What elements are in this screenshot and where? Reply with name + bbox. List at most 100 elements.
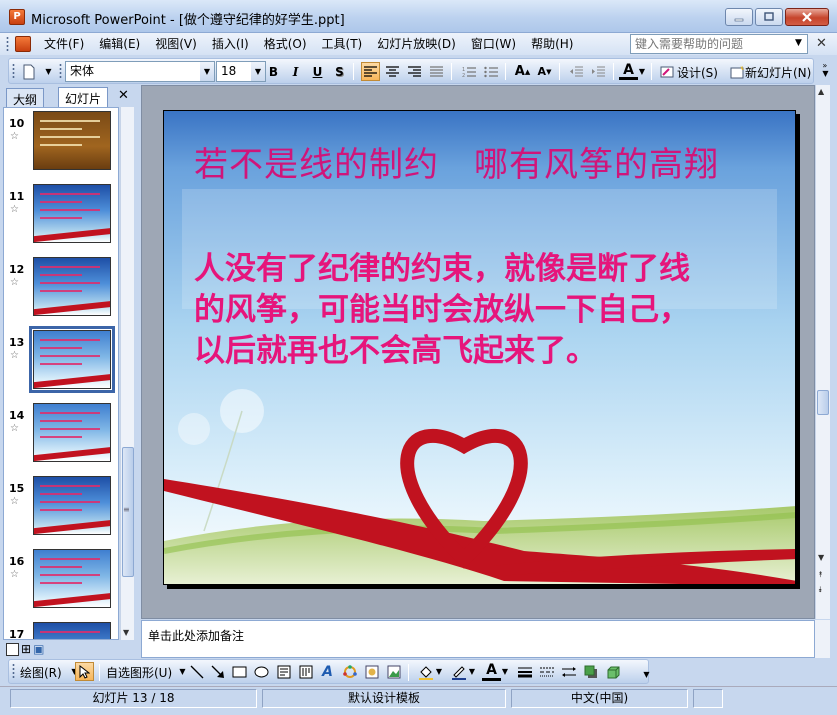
- animation-star-icon[interactable]: ☆: [10, 277, 19, 288]
- menu-tools[interactable]: 工具(T): [322, 36, 363, 52]
- animation-star-icon[interactable]: ☆: [10, 423, 19, 434]
- bold-button[interactable]: B: [264, 62, 283, 81]
- slideshow-view-icon[interactable]: ▣: [33, 642, 44, 656]
- help-dropdown-icon[interactable]: ▼: [795, 38, 802, 48]
- insert-picture-button[interactable]: [384, 662, 403, 681]
- animation-star-icon[interactable]: ☆: [10, 496, 19, 507]
- distributed-align-button[interactable]: [427, 62, 446, 81]
- fill-color-button[interactable]: [416, 662, 435, 681]
- bullets-button[interactable]: [481, 62, 500, 81]
- thumbnail-scrollbar[interactable]: ≡ ▼: [120, 107, 134, 640]
- close-document-button[interactable]: ✕: [816, 36, 827, 51]
- design-button[interactable]: 设计(S): [677, 64, 718, 81]
- slide-thumbnail-image[interactable]: [33, 257, 111, 316]
- drawbar-overflow-icon[interactable]: ▼: [637, 665, 656, 684]
- toolbar-grip-2[interactable]: [59, 63, 62, 80]
- slide-thumbnail[interactable]: 13 ☆: [4, 326, 118, 396]
- scroll-down-arrow[interactable]: ▼: [818, 553, 824, 562]
- line-style-button[interactable]: [515, 662, 534, 681]
- scroll-up-arrow[interactable]: ▲: [818, 87, 824, 96]
- animation-star-icon[interactable]: ☆: [10, 350, 19, 361]
- menu-format[interactable]: 格式(O): [264, 36, 307, 52]
- align-center-button[interactable]: [383, 62, 402, 81]
- slide-thumbnail[interactable]: 11 ☆: [4, 184, 118, 250]
- clipart-tool-button[interactable]: [362, 662, 381, 681]
- numbering-button[interactable]: 12: [459, 62, 478, 81]
- slide-thumbnail[interactable]: 14 ☆: [4, 403, 118, 469]
- new-document-button[interactable]: [19, 62, 38, 81]
- toolbar-grip[interactable]: [12, 63, 15, 80]
- minimize-button[interactable]: [725, 8, 753, 26]
- draw-menu-button[interactable]: 绘图(R): [20, 664, 62, 681]
- tab-slides[interactable]: 幻灯片: [58, 87, 109, 107]
- animation-star-icon[interactable]: ☆: [10, 131, 19, 142]
- menubar-grip[interactable]: [6, 36, 9, 52]
- font-name-select[interactable]: 宋体 ▼: [65, 61, 215, 82]
- slide-thumbnail-image[interactable]: [33, 476, 111, 535]
- font-color-dropdown-icon[interactable]: ▼: [637, 62, 647, 81]
- slide-thumbnail[interactable]: 15 ☆: [4, 476, 118, 542]
- drawbar-grip[interactable]: [12, 663, 15, 680]
- new-slide-icon[interactable]: [727, 62, 746, 81]
- notes-scrollbar[interactable]: [815, 620, 830, 658]
- slide-thumbnail[interactable]: 12 ☆: [4, 257, 118, 323]
- align-right-button[interactable]: [405, 62, 424, 81]
- decrease-font-size-button[interactable]: A ▼: [535, 62, 554, 81]
- dash-style-button[interactable]: [537, 662, 556, 681]
- increase-font-size-button[interactable]: A ▲: [513, 62, 532, 81]
- menu-insert[interactable]: 插入(I): [212, 36, 249, 52]
- slide-body-text[interactable]: 人没有了纪律的约束，就像是断了线 的风筝，可能当时会放纵一下自己， 以后就再也不…: [194, 249, 769, 372]
- slide-thumbnail-image[interactable]: [33, 184, 111, 243]
- slide-thumbnail[interactable]: 16 ☆: [4, 549, 118, 615]
- draw-font-color-dropdown-icon[interactable]: ▼: [500, 662, 510, 681]
- fill-color-dropdown-icon[interactable]: ▼: [434, 662, 444, 681]
- line-color-button[interactable]: [449, 662, 468, 681]
- slide-thumbnail[interactable]: 17☆: [4, 622, 118, 639]
- rectangle-tool-button[interactable]: [230, 662, 249, 681]
- powerpoint-app-icon[interactable]: P: [9, 9, 25, 25]
- slide-thumbnail-image[interactable]: [33, 111, 111, 170]
- vertical-textbox-tool-button[interactable]: [296, 662, 315, 681]
- menu-view[interactable]: 视图(V): [155, 36, 197, 52]
- select-pointer-button[interactable]: [75, 662, 94, 681]
- maximize-button[interactable]: [755, 8, 783, 26]
- slide-thumbnail-image[interactable]: [33, 622, 111, 639]
- scroll-down-arrow[interactable]: ▼: [123, 628, 129, 637]
- underline-button[interactable]: U: [308, 62, 327, 81]
- previous-slide-icon[interactable]: ⯭: [818, 570, 823, 580]
- autoshapes-button[interactable]: 自选图形(U): [106, 664, 172, 681]
- slide-sorter-view-icon[interactable]: ⊞: [21, 642, 31, 656]
- animation-star-icon[interactable]: ☆: [10, 204, 19, 215]
- align-left-button[interactable]: [361, 62, 380, 81]
- wordart-tool-button[interactable]: A: [318, 662, 337, 681]
- font-size-select[interactable]: 18 ▼: [216, 61, 266, 82]
- notes-pane[interactable]: 单击此处添加备注: [141, 620, 815, 658]
- help-search-input[interactable]: 键入需要帮助的问题: [630, 34, 808, 54]
- animation-star-icon[interactable]: ☆: [10, 569, 19, 580]
- arrow-tool-button[interactable]: [208, 662, 227, 681]
- diagram-tool-button[interactable]: [340, 662, 359, 681]
- font-color-button[interactable]: A: [619, 62, 638, 80]
- italic-button[interactable]: I: [286, 62, 305, 81]
- oval-tool-button[interactable]: [252, 662, 271, 681]
- design-icon[interactable]: [657, 62, 676, 81]
- toolbar-overflow-icon[interactable]: » ▼: [816, 60, 835, 79]
- line-tool-button[interactable]: [187, 662, 206, 681]
- slide-thumbnail-image[interactable]: [33, 403, 111, 462]
- scrollbar-thumb[interactable]: [817, 390, 829, 415]
- menu-slideshow[interactable]: 幻灯片放映(D): [377, 36, 456, 52]
- textbox-tool-button[interactable]: [274, 662, 293, 681]
- tab-outline[interactable]: 大纲: [6, 88, 45, 107]
- close-window-button[interactable]: [785, 8, 829, 26]
- draw-font-color-button[interactable]: A: [482, 662, 501, 681]
- 3d-style-button[interactable]: [603, 662, 622, 681]
- toolbar-options-icon[interactable]: ▼: [39, 62, 58, 81]
- slide-thumbnail-image[interactable]: [33, 549, 111, 608]
- arrow-style-button[interactable]: [559, 662, 578, 681]
- line-color-dropdown-icon[interactable]: ▼: [467, 662, 477, 681]
- menu-window[interactable]: 窗口(W): [471, 36, 516, 52]
- increase-indent-button[interactable]: [589, 62, 608, 81]
- menu-file[interactable]: 文件(F): [44, 36, 84, 52]
- close-panel-icon[interactable]: ✕: [118, 88, 129, 103]
- shadow-style-button[interactable]: [581, 662, 600, 681]
